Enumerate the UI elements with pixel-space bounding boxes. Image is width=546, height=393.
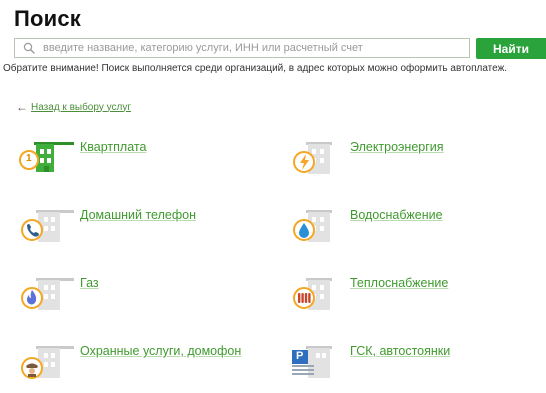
service-home-phone[interactable]: Домашний телефон bbox=[18, 208, 268, 252]
service-label[interactable]: Домашний телефон bbox=[80, 208, 196, 222]
service-label[interactable]: Квартплата bbox=[80, 140, 146, 154]
security-guard-icon bbox=[18, 344, 78, 388]
water-drop-icon bbox=[290, 208, 346, 252]
radiator-icon bbox=[290, 276, 346, 320]
service-electricity[interactable]: Электроэнергия bbox=[290, 140, 540, 184]
phone-icon bbox=[18, 208, 78, 252]
search-icon bbox=[23, 40, 39, 56]
badge-number: 1 bbox=[26, 153, 32, 164]
back-to-services[interactable]: ← Назад к выбору услуг bbox=[16, 100, 131, 114]
arrow-left-icon: ← bbox=[16, 100, 28, 114]
apartment-building-icon: 1 bbox=[18, 140, 76, 184]
page-title: Поиск bbox=[14, 6, 82, 31]
service-water[interactable]: Водоснабжение bbox=[290, 208, 540, 252]
parking-badge: P bbox=[296, 350, 304, 362]
service-kvartplata[interactable]: 1 Квартплата bbox=[18, 140, 268, 184]
find-button[interactable]: Найти bbox=[476, 38, 546, 59]
lightning-icon bbox=[290, 140, 346, 184]
gas-flame-icon bbox=[18, 276, 78, 320]
back-link-label[interactable]: Назад к выбору услуг bbox=[31, 102, 131, 113]
service-label[interactable]: Теплоснабжение bbox=[350, 276, 448, 290]
search-input[interactable] bbox=[39, 39, 469, 57]
service-gas[interactable]: Газ bbox=[18, 276, 268, 320]
service-label[interactable]: Газ bbox=[80, 276, 99, 290]
service-label[interactable]: Охранные услуги, домофон bbox=[80, 344, 241, 358]
service-label[interactable]: Электроэнергия bbox=[350, 140, 444, 154]
service-parking[interactable]: P ГСК, автостоянки bbox=[290, 344, 540, 388]
service-label[interactable]: ГСК, автостоянки bbox=[350, 344, 450, 358]
service-label[interactable]: Водоснабжение bbox=[350, 208, 443, 222]
search-notice: Обратите внимание! Поиск выполняется сре… bbox=[3, 63, 508, 74]
service-security[interactable]: Охранные услуги, домофон bbox=[18, 344, 268, 388]
service-heating[interactable]: Теплоснабжение bbox=[290, 276, 540, 320]
parking-icon: P bbox=[290, 344, 346, 388]
search-bar bbox=[14, 38, 470, 58]
